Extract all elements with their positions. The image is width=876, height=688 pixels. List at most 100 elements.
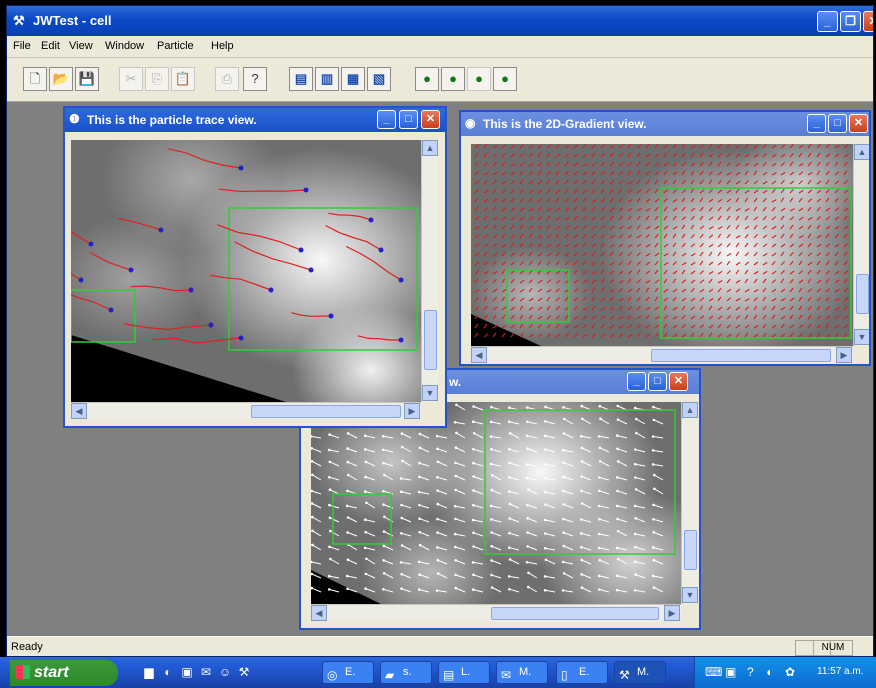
- copy-icon[interactable]: ⎘: [145, 67, 169, 91]
- trace-horizontal-scrollbar[interactable]: ◀ ▶: [71, 402, 421, 419]
- scroll-left-arrow-icon[interactable]: ◀: [311, 605, 327, 621]
- scroll-left-arrow-icon[interactable]: ◀: [471, 347, 487, 363]
- resize-grip[interactable]: [421, 402, 438, 419]
- particle-trace-view[interactable]: [71, 140, 421, 402]
- taskbar-item[interactable]: ▰ s.: [380, 661, 432, 684]
- scroll-up-arrow-icon[interactable]: ▲: [422, 140, 438, 156]
- scroll-down-arrow-icon[interactable]: ▼: [682, 587, 698, 603]
- help-icon[interactable]: ?: [243, 67, 267, 91]
- flow-vector-head: [651, 574, 655, 578]
- taskbar-item[interactable]: ▤ L.: [438, 661, 490, 684]
- gradient-view-window[interactable]: ◉ This is the 2D-Gradient view. _ □ ✕ ▲ …: [459, 110, 871, 366]
- vector-view-icon[interactable]: ▦: [341, 67, 365, 91]
- flow-vector-head: [543, 575, 547, 578]
- scroll-thumb[interactable]: [856, 274, 869, 314]
- flow-vector-head: [471, 518, 475, 522]
- mail-icon[interactable]: ✉: [199, 665, 213, 679]
- taskbar-item[interactable]: ▯ E.: [556, 661, 608, 684]
- gradient-minimize-button[interactable]: _: [807, 114, 826, 133]
- taskbar-item-label: s.: [403, 666, 412, 678]
- scroll-thumb[interactable]: [491, 607, 659, 620]
- particle-step-icon[interactable]: ●: [441, 67, 465, 91]
- particle-pause-icon[interactable]: ●: [467, 67, 491, 91]
- trace-close-button[interactable]: ✕: [421, 110, 440, 129]
- network-icon[interactable]: ✿: [785, 665, 795, 679]
- flow-vector-head: [543, 477, 547, 480]
- desktop-icon[interactable]: ▆: [142, 665, 156, 679]
- gradient-maximize-button[interactable]: □: [828, 114, 847, 133]
- open-folder-icon[interactable]: 📂: [49, 67, 73, 91]
- scroll-right-arrow-icon[interactable]: ▶: [836, 347, 852, 363]
- vector-vertical-scrollbar[interactable]: ▲ ▼: [681, 402, 698, 604]
- flow-vector-head: [544, 420, 547, 423]
- gradient-field-view[interactable]: [471, 144, 853, 346]
- vector-maximize-button[interactable]: □: [648, 372, 667, 391]
- help-tray-icon[interactable]: ?: [747, 665, 754, 679]
- scroll-thumb[interactable]: [684, 530, 697, 570]
- cut-icon[interactable]: ✂: [119, 67, 143, 91]
- trace-maximize-button[interactable]: □: [399, 110, 418, 129]
- browser-icon[interactable]: ◐: [161, 665, 175, 679]
- start-button[interactable]: start: [10, 660, 118, 686]
- gradient-view-icon[interactable]: ▥: [315, 67, 339, 91]
- trace-view-icon[interactable]: ▤: [289, 67, 313, 91]
- gradient-view-title-bar[interactable]: ◉ This is the 2D-Gradient view. _ □ ✕: [461, 112, 869, 136]
- scroll-down-arrow-icon[interactable]: ▼: [854, 329, 869, 345]
- flow-vector-head: [345, 504, 349, 508]
- trace-view-title-bar[interactable]: ❶ This is the particle trace view. _ □ ✕: [65, 108, 445, 132]
- new-document-icon[interactable]: 🗋: [23, 67, 47, 91]
- gradient-vertical-scrollbar[interactable]: ▲ ▼: [853, 144, 869, 346]
- close-button[interactable]: ✕: [863, 11, 873, 32]
- flow-vector-head: [327, 574, 331, 578]
- grid-view-icon[interactable]: ▧: [367, 67, 391, 91]
- gradient-close-button[interactable]: ✕: [849, 114, 868, 133]
- scroll-up-arrow-icon[interactable]: ▲: [682, 402, 698, 418]
- scroll-thumb[interactable]: [651, 349, 831, 362]
- save-icon[interactable]: 💾: [75, 67, 99, 91]
- particle-marker: [328, 313, 334, 319]
- print-icon[interactable]: ⎙: [215, 67, 239, 91]
- taskbar-item[interactable]: ◎ E.: [322, 661, 374, 684]
- volume-icon[interactable]: ◖: [765, 665, 772, 679]
- menu-window[interactable]: Window: [105, 40, 144, 52]
- menu-file[interactable]: File: [13, 40, 31, 52]
- menu-help[interactable]: Help: [211, 40, 234, 52]
- scroll-down-arrow-icon[interactable]: ▼: [422, 385, 438, 401]
- flow-vector-head: [634, 517, 637, 520]
- monitor-icon[interactable]: ▣: [725, 665, 736, 679]
- scroll-up-arrow-icon[interactable]: ▲: [854, 144, 869, 160]
- menu-edit[interactable]: Edit: [41, 40, 60, 52]
- keyboard-icon[interactable]: ⌨: [705, 665, 722, 679]
- particle-stop-icon[interactable]: ●: [493, 67, 517, 91]
- title-bar[interactable]: ⚒ JWTest - cell _ ❐ ✕: [7, 6, 873, 36]
- scroll-thumb[interactable]: [424, 310, 437, 370]
- flow-vector-head: [616, 418, 620, 421]
- vector-minimize-button[interactable]: _: [627, 372, 646, 391]
- taskbar-item[interactable]: ✉ M.: [496, 661, 548, 684]
- scroll-right-arrow-icon[interactable]: ▶: [664, 605, 680, 621]
- minimize-button[interactable]: _: [817, 11, 838, 32]
- gradient-horizontal-scrollbar[interactable]: ◀ ▶: [471, 346, 853, 363]
- vector-horizontal-scrollbar[interactable]: ◀ ▶: [311, 604, 681, 621]
- flow-vector-head: [400, 587, 403, 590]
- vector-field-view[interactable]: [311, 402, 681, 604]
- scroll-thumb[interactable]: [251, 405, 401, 418]
- messenger-icon[interactable]: ☺: [218, 665, 232, 679]
- scroll-right-arrow-icon[interactable]: ▶: [404, 403, 420, 419]
- flow-vector-head: [526, 503, 529, 507]
- trace-minimize-button[interactable]: _: [377, 110, 396, 129]
- scroll-left-arrow-icon[interactable]: ◀: [71, 403, 87, 419]
- trace-view-window[interactable]: ❶ This is the particle trace view. _ □ ✕…: [63, 106, 447, 428]
- taskbar-item-label: M.: [519, 666, 532, 678]
- menu-view[interactable]: View: [69, 40, 93, 52]
- paste-icon[interactable]: 📋: [171, 67, 195, 91]
- tools-icon[interactable]: ⚒: [237, 665, 251, 679]
- media-icon[interactable]: ▣: [180, 665, 194, 679]
- vector-close-button[interactable]: ✕: [669, 372, 688, 391]
- particle-run-icon[interactable]: ●: [415, 67, 439, 91]
- taskbar-item[interactable]: ⚒ M.: [614, 661, 666, 684]
- trace-vertical-scrollbar[interactable]: ▲ ▼: [421, 140, 438, 402]
- flow-vector-head: [526, 517, 529, 520]
- maximize-button[interactable]: ❐: [840, 11, 861, 32]
- menu-particle[interactable]: Particle: [157, 40, 194, 52]
